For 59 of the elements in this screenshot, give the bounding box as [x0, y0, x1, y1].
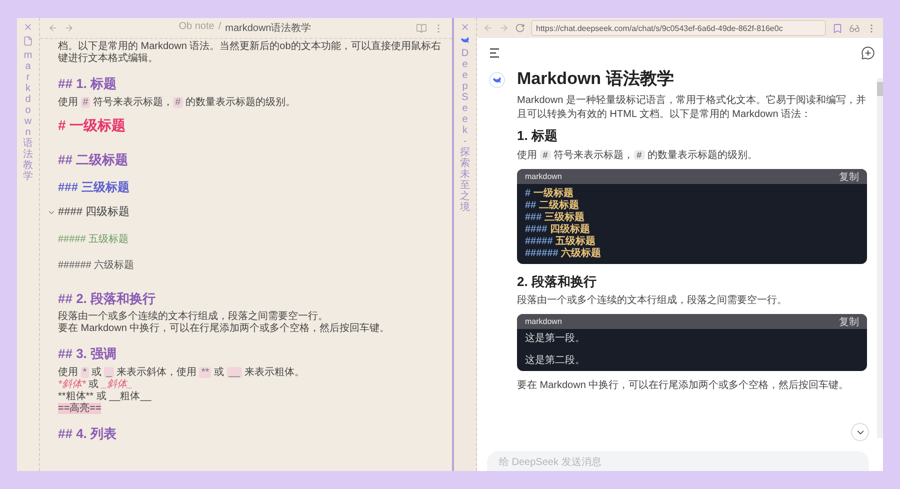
- markdown-heading: ##### 五级标题: [58, 234, 130, 246]
- forward-icon[interactable]: [64, 23, 74, 33]
- markdown-heading: ## 二级标题: [58, 152, 130, 168]
- paragraph: 使用 # 符号来表示标题， # 的数量表示标题的级别。: [517, 148, 758, 163]
- text-line: *斜体* 或 _斜体_: [58, 378, 134, 390]
- markdown-heading: ### 三级标题: [58, 180, 130, 194]
- markdown-heading: ## 2. 段落和换行: [58, 290, 157, 306]
- forward-icon[interactable]: [499, 23, 509, 33]
- text-line: 档。以下是常用的 Markdown 语法。当然更新后的ob的文本功能，可以直接使用鼠标右键进行文本格式编辑。: [58, 41, 442, 65]
- markdown-heading: ## 3. 强调: [58, 346, 118, 362]
- message-input[interactable]: 给 DeepSeek 发送消息: [487, 451, 869, 471]
- paragraph: Markdown 是一种轻量级标记语言，常用于格式化文本。它易于阅读和编写，并且可以转换为有效的 HTML 文档。以下是常用的 Markdown 语法：: [517, 94, 867, 122]
- code-line: 这是第二段。: [525, 355, 586, 367]
- vertical-tab-title: markdown语法教学: [23, 50, 33, 182]
- scrollbar-thumb[interactable]: [877, 82, 883, 96]
- paragraph: 要在 Markdown 中换行，可以在行尾添加两个或多个空格，然后按回车键。: [517, 379, 850, 393]
- new-chat-icon[interactable]: [861, 46, 875, 60]
- markdown-heading: ## 1. 标题: [58, 76, 118, 92]
- section-heading: 2. 段落和换行: [517, 274, 598, 290]
- copy-link[interactable]: 复制: [839, 314, 859, 328]
- article-title: Markdown 语法教学: [517, 68, 675, 89]
- whale-icon: [460, 36, 470, 44]
- markdown-heading: ###### 六级标题: [58, 260, 136, 272]
- file-icon: [23, 36, 33, 46]
- breadcrumb-file[interactable]: markdown语法教学: [225, 21, 312, 35]
- code-line: #### 四级标题: [525, 224, 592, 236]
- vertical-tab-title: DeepSeek - 探索未至之境: [460, 48, 470, 213]
- back-icon[interactable]: [483, 23, 493, 33]
- markdown-heading: #### 四级标题: [58, 206, 131, 220]
- code-language: markdown: [525, 172, 562, 181]
- markdown-heading: # 一级标题: [58, 116, 127, 134]
- text-line: 段落由一个或多个连续的文本行组成，段落之间需要空一行。: [58, 311, 329, 322]
- breadcrumb-separator: /: [218, 21, 222, 34]
- copy-link[interactable]: 复制: [839, 170, 859, 184]
- paragraph: 段落由一个或多个连续的文本行组成，段落之间需要空一行。: [517, 294, 788, 308]
- text-line: 要在 Markdown 中换行，可以在行尾添加两个或多个空格，然后按回车键。: [58, 323, 391, 336]
- text-line: **粗体** 或 __粗体__: [58, 390, 152, 402]
- close-icon[interactable]: [23, 22, 33, 32]
- scroll-down-button[interactable]: [851, 423, 869, 441]
- whale-icon: [492, 76, 502, 84]
- reload-icon[interactable]: [515, 23, 525, 33]
- glasses-icon[interactable]: [849, 22, 860, 34]
- code-language: markdown: [525, 317, 562, 326]
- text-line: 使用 # 符号来表示标题， # 的数量表示标题的级别。: [58, 96, 296, 109]
- markdown-heading: ## 4. 列表: [58, 426, 118, 442]
- url-field[interactable]: https://chat.deepseek.com/a/chat/s/9c0543ef-6a6d-49de-862f-816e0c: [531, 20, 826, 36]
- book-icon[interactable]: [416, 22, 427, 34]
- code-line: ## 二级标题: [525, 200, 580, 212]
- code-line: ##### 五级标题: [525, 236, 597, 247]
- code-line: 这是第一段。: [525, 333, 586, 345]
- section-heading: 1. 标题: [517, 128, 558, 144]
- back-icon[interactable]: [48, 23, 58, 33]
- close-icon[interactable]: [460, 22, 470, 32]
- code-line: # 一级标题: [525, 188, 574, 200]
- code-line: ###### 六级标题: [525, 248, 602, 260]
- bookmark-icon[interactable]: [832, 22, 843, 34]
- menu-icon[interactable]: [489, 48, 500, 58]
- text-line: 使用 * 或 _ 来表示斜体，使用 ** 或 __ 来表示粗体。: [58, 366, 306, 378]
- code-line: ### 三级标题: [525, 212, 586, 224]
